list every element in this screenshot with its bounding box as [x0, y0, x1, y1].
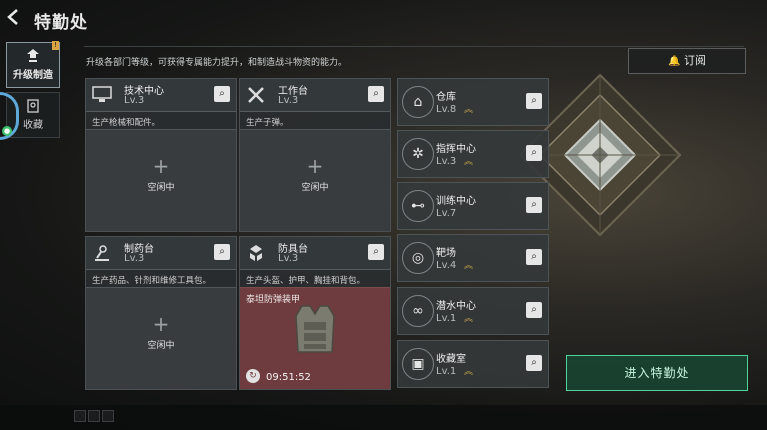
facility-row-diving-center[interactable]: ∞ 潜水中心 Lv.1 ︽ ⌕ [397, 287, 549, 335]
search-icon[interactable]: ⌕ [526, 249, 542, 265]
upgrade-available-icon: ︽ [464, 261, 473, 271]
facility-card-armor-bench[interactable]: 防具台 Lv.3 ⌕ 生产头盔、护甲、胸挂和背包。 泰坦防弹装甲 ↻ 09:51… [239, 236, 391, 390]
tools-icon [246, 85, 266, 105]
card-header: 技术中心 Lv.3 ⌕ [86, 79, 236, 112]
facility-name: 指挥中心 [436, 144, 476, 155]
notification-badge: ! [52, 41, 59, 50]
plus-icon: + [306, 154, 324, 178]
armor-bench-icon [246, 243, 266, 263]
card-header: 工作台 Lv.3 ⌕ [240, 79, 390, 112]
computer-icon [92, 85, 112, 105]
crafting-slot[interactable]: 泰坦防弹装甲 ↻ 09:51:52 [240, 287, 390, 389]
page-title: 特勤处 [34, 13, 88, 33]
card-level: Lv.3 [278, 95, 299, 106]
assistant-status-dot: ● [2, 126, 12, 136]
facility-row-training-center[interactable]: ⊷ 训练中心 Lv.7 ⌕ [397, 182, 549, 230]
divider [84, 46, 744, 47]
subscribe-label: 订阅 [683, 54, 706, 67]
facility-row-warehouse[interactable]: ⌂ 仓库 Lv.8 ︽ ⌕ [397, 78, 549, 126]
card-header: 防具台 Lv.3 ⌕ [240, 237, 390, 270]
upgrade-available-icon: ︽ [464, 105, 473, 115]
enter-special-ops-button[interactable]: 进入特勤处 [566, 355, 748, 391]
facility-level: Lv.7 [436, 208, 457, 219]
facility-name: 仓库 [436, 92, 456, 103]
diving-icon: ∞ [402, 295, 434, 327]
idle-slot[interactable]: + 空闲中 [86, 287, 236, 389]
facility-card-workbench[interactable]: 工作台 Lv.3 ⌕ 生产子弹。 + 空闲中 [239, 78, 391, 232]
status-slot [88, 410, 100, 422]
upgrade-available-icon: ︽ [464, 314, 473, 324]
tab-label: 升级制造 [13, 70, 53, 81]
command-icon: ✲ [402, 138, 434, 170]
microscope-icon [92, 243, 112, 263]
collection-icon [25, 98, 41, 114]
facility-level: Lv.1 [436, 366, 457, 377]
upgrade-icon [25, 48, 41, 64]
facility-level: Lv.4 [436, 260, 457, 271]
target-icon: ◎ [402, 242, 434, 274]
facility-level: Lv.1 [436, 313, 457, 324]
search-icon[interactable]: ⌕ [526, 355, 542, 371]
idle-status: 空闲中 [147, 183, 175, 193]
warehouse-icon: ⌂ [402, 86, 434, 118]
plus-icon: + [152, 154, 170, 178]
crafting-timer: 09:51:52 [266, 372, 311, 383]
card-description: 生产枪械和配件。 [92, 118, 161, 128]
collection-room-icon: ▣ [402, 348, 434, 380]
facility-row-collection-room[interactable]: ▣ 收藏室 Lv.1 ︽ ⌕ [397, 340, 549, 388]
facility-row-shooting-range[interactable]: ◎ 靶场 Lv.4 ︽ ⌕ [397, 234, 549, 282]
card-description: 生产药品、针剂和维修工具包。 [92, 276, 212, 286]
bottom-status-bar [0, 405, 767, 430]
search-icon[interactable]: ⌕ [526, 302, 542, 318]
plus-icon: + [152, 312, 170, 336]
bell-icon: 🔔 [668, 56, 681, 67]
facility-card-tech-center[interactable]: 技术中心 Lv.3 ⌕ 生产枪械和配件。 + 空闲中 [85, 78, 237, 232]
idle-status: 空闲中 [147, 341, 175, 351]
timer-icon: ↻ [246, 369, 260, 383]
card-level: Lv.3 [278, 253, 299, 264]
idle-slot[interactable]: + 空闲中 [240, 129, 390, 231]
status-slot [74, 410, 86, 422]
search-icon[interactable]: ⌕ [214, 244, 230, 260]
facility-level: Lv.3 [436, 156, 457, 167]
back-arrow-icon [7, 9, 18, 25]
facility-level: Lv.8 [436, 104, 457, 115]
facility-name: 靶场 [436, 248, 456, 259]
upgrade-available-icon: ︽ [464, 157, 473, 167]
dumbbell-icon: ⊷ [402, 190, 434, 222]
search-icon[interactable]: ⌕ [526, 197, 542, 213]
card-level: Lv.3 [124, 253, 145, 264]
facility-row-command-center[interactable]: ✲ 指挥中心 Lv.3 ︽ ⌕ [397, 130, 549, 178]
search-icon[interactable]: ⌕ [526, 93, 542, 109]
status-slot [102, 410, 114, 422]
upgrade-available-icon: ︽ [464, 367, 473, 377]
idle-slot[interactable]: + 空闲中 [86, 129, 236, 231]
card-level: Lv.3 [124, 95, 145, 106]
idle-status: 空闲中 [301, 183, 329, 193]
search-icon[interactable]: ⌕ [368, 244, 384, 260]
search-icon[interactable]: ⌕ [526, 145, 542, 161]
body-armor-image [295, 305, 335, 353]
card-header: 制药台 Lv.3 ⌕ [86, 237, 236, 270]
search-icon[interactable]: ⌕ [368, 86, 384, 102]
search-icon[interactable]: ⌕ [214, 86, 230, 102]
facility-name: 训练中心 [436, 196, 476, 207]
page-description: 升级各部门等级，可获得专属能力提升，和制造战斗物资的能力。 [86, 58, 348, 68]
back-button[interactable] [6, 8, 26, 28]
facility-name: 潜水中心 [436, 301, 476, 312]
facility-name: 收藏室 [436, 354, 466, 365]
card-description: 生产头盔、护甲、胸挂和背包。 [246, 276, 366, 286]
facility-card-pharmacy[interactable]: 制药台 Lv.3 ⌕ 生产药品、针剂和维修工具包。 + 空闲中 [85, 236, 237, 390]
card-description: 生产子弹。 [246, 118, 289, 128]
